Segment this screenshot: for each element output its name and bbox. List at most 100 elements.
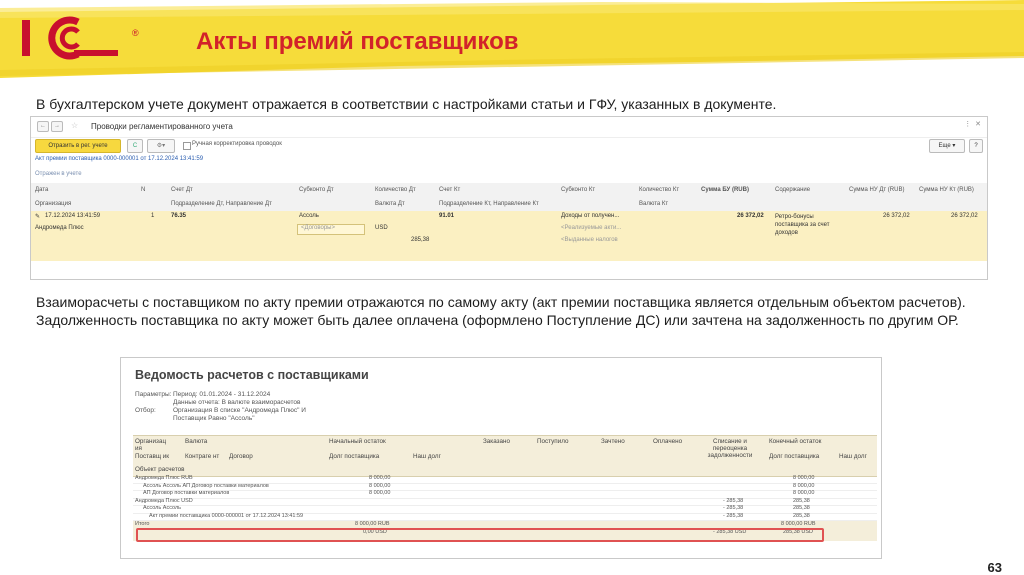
col-currency-dt: Валюта Дт (375, 201, 405, 207)
row-label: Андромеда Плюс RUB (135, 475, 193, 481)
row-date: 17.12.2024 13:41:59 (45, 213, 101, 219)
hdr-ordered: Заказано (483, 438, 510, 445)
col-subconto-kt: Субконто Кт (561, 187, 596, 193)
row-label: Акт премии поставщика 0000-000001 от 17.… (149, 512, 304, 519)
hdr-offset: Зачтено (601, 438, 625, 445)
total-closing-rub: 8 000,00 RUB (781, 521, 816, 527)
row-org: Андромеда Плюс (35, 225, 84, 231)
1c-logo: ® (20, 14, 139, 62)
row-label: Ассоль Ассоль АП Договор поставки матери… (143, 482, 269, 489)
window-title: Проводки регламентированного учета (91, 122, 233, 131)
hdr-org: Организац ия (135, 438, 167, 452)
total-label: Итого (135, 521, 150, 527)
highlight-box (136, 528, 824, 542)
col-nu-kt: Сумма НУ Кт (RUB) (919, 187, 974, 193)
col-org: Организация (35, 201, 72, 207)
row-subconto-dt1: Ассоль (299, 213, 319, 219)
row-opening: 8 000,00 (369, 475, 391, 481)
window-menu-icon[interactable]: ⋮ ✕ (964, 120, 981, 128)
col-subconto-dt: Субконто Дт (299, 187, 334, 193)
hdr-paid: Оплачено (653, 438, 683, 445)
row-subconto-kt3: <Выданные налогов (561, 237, 618, 243)
row-label: Андромеда Плюс USD (135, 497, 193, 504)
row-closing: 285,38 (793, 497, 810, 504)
help-button[interactable]: ? (969, 139, 983, 153)
report-title: Ведомость расчетов с поставщиками (135, 368, 369, 382)
row-credit: 91.01 (439, 213, 455, 219)
col-sum-bu: Сумма БУ (RUB) (701, 187, 749, 193)
reflect-button[interactable]: Отразить в рег. учете (35, 139, 121, 153)
row-label: АП Договор поставки материалов (143, 490, 230, 496)
col-n: N (141, 187, 146, 193)
report-header: Организац ия Валюта Поставщ ик Контраге … (133, 435, 877, 477)
header-band: ® Акты премий поставщиков (0, 0, 1024, 78)
hdr-supplier-debt: Долг поставщика (329, 453, 380, 460)
row-edit-icon: ✎ (35, 214, 41, 220)
col-debit: Счет Дт (171, 187, 193, 193)
row-label: Ассоль Ассоль (143, 505, 182, 511)
hdr-our-debt: Наш долг (413, 453, 441, 460)
col-dept-dt: Подразделение Дт, Направление Дт (171, 201, 272, 207)
report-body: Андромеда Плюс RUB 8 000,00 8 000,00 Ассоль… (133, 475, 877, 558)
row-amount-cur: 285,38 (411, 237, 430, 243)
row-written-off: - 285,38 (723, 512, 744, 519)
params-line-1: Период: 01.01.2024 - 31.12.2024 (173, 391, 271, 398)
filter-line-2: Поставщик Равно "Ассоль" (173, 415, 255, 422)
col-dept-kt: Подразделение Кт, Направление Кт (439, 201, 539, 207)
row-closing: 8 000,00 (793, 490, 815, 496)
manual-correction-label: Ручная корректировка проводок (192, 141, 282, 147)
table-header-row-2: Организация Подразделение Дт, Направлени… (31, 197, 987, 212)
page-title: Акты премий поставщиков (196, 28, 519, 55)
refresh-icon[interactable]: С (127, 139, 143, 153)
row-opening: 8 000,00 (369, 490, 391, 496)
row-subconto-kt2: <Реализуемые акти... (561, 225, 622, 231)
row-closing: 8 000,00 (793, 475, 815, 481)
row-closing: 8 000,00 (793, 482, 815, 489)
row-sum: 26 372,02 (737, 213, 764, 219)
hdr-received: Поступило (537, 438, 569, 445)
hdr-object: Объект расчетов (135, 466, 185, 473)
page-number: 63 (987, 560, 1002, 575)
col-qty-kt: Количество Кт (639, 187, 680, 193)
params-label: Параметры: (135, 391, 172, 398)
row-currency: USD (375, 225, 388, 231)
table-row[interactable]: Акт премии поставщика 0000-000001 от 17.… (133, 512, 877, 521)
col-qty-dt: Количество Дт (375, 187, 416, 193)
total-opening-rub: 8 000,00 RUB (355, 521, 390, 527)
col-content: Содержание (775, 187, 811, 193)
row-written-off: - 285,38 (723, 497, 744, 504)
table-header-row-1: Дата N Счет Дт Субконто Дт Количество Дт… (31, 183, 987, 198)
hdr-currency: Валюта (185, 438, 208, 445)
hdr-counterparty: Контраге нт (185, 453, 220, 460)
settings-dropdown-button[interactable]: ⚙▾ (147, 139, 175, 153)
row-subconto-kt1: Доходы от получен... (561, 213, 620, 219)
settlement-paragraph: Взаиморасчеты с поставщиком по акту прем… (36, 294, 966, 328)
manual-correction-checkbox[interactable] (183, 142, 191, 150)
report-params: Параметры: Период: 01.01.2024 - 31.12.202… (135, 391, 306, 423)
row-subconto-dt2[interactable]: <Договоры> (297, 224, 365, 235)
col-currency-kt: Валюта Кт (639, 201, 669, 207)
table-row[interactable]: ✎ 17.12.2024 13:41:59 1 76.35 Андромеда … (31, 211, 987, 261)
filter-label: Отбор: (135, 407, 156, 414)
intro-paragraph: В бухгалтерском учете документ отражаетс… (36, 96, 777, 112)
params-line-2: Данные отчета: В валюте взаиморасчетов (173, 399, 301, 406)
hdr-opening: Начальный остаток (329, 438, 386, 445)
star-icon[interactable]: ☆ (71, 121, 78, 130)
row-closing: 285,38 (793, 512, 810, 519)
back-arrow-icon[interactable]: ← (37, 121, 49, 132)
row-nu-kt: 26 372,02 (951, 213, 978, 219)
more-button[interactable]: Еще ▾ (929, 139, 965, 153)
postings-window: ← → ☆ Проводки регламентированного учета… (30, 116, 988, 280)
reflected-status: Отражен в учете (35, 171, 82, 177)
col-date: Дата (35, 187, 49, 193)
hdr-closing: Конечный остаток (769, 438, 822, 445)
forward-arrow-icon[interactable]: → (51, 121, 63, 132)
hdr-closing-supplier: Долг поставщика (769, 453, 820, 460)
row-debit: 76.35 (171, 213, 187, 219)
row-content: Ретро-бонусы поставщика за счет доходов (775, 214, 830, 236)
hdr-contract: Договор (229, 453, 253, 460)
col-nu-dt: Сумма НУ Дт (RUB) (849, 187, 905, 193)
document-link[interactable]: Акт премии поставщика 0000-000001 от 17.… (35, 156, 203, 162)
row-opening: 8 000,00 (369, 482, 391, 489)
toolbar: Отразить в рег. учете С ⚙▾ Ручная коррек… (31, 139, 987, 153)
